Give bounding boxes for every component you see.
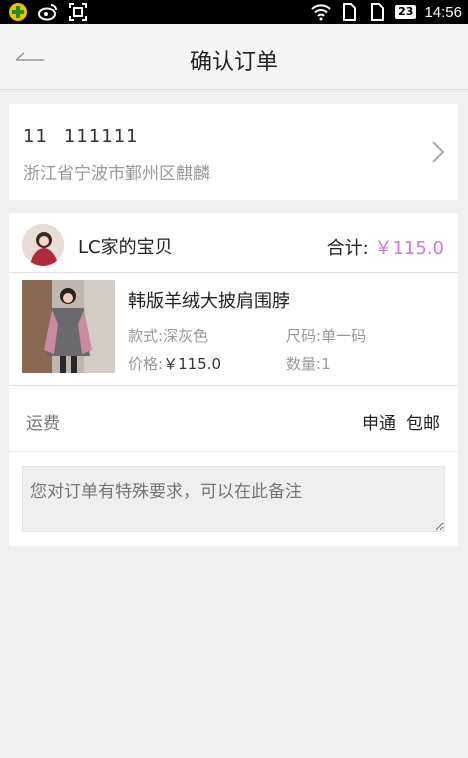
shipping-policy: 包邮 — [406, 414, 440, 434]
chevron-right-icon — [432, 141, 445, 163]
shop-row: LC家的宝贝 合计: ￥115.0 — [9, 213, 458, 273]
style-value: 深灰色 — [163, 327, 209, 345]
product-size: 尺码:单一码 — [286, 325, 366, 346]
sim2-icon — [371, 3, 385, 21]
shipping-carrier: 申通 — [362, 414, 396, 434]
order-remark-input[interactable] — [22, 466, 445, 532]
order-total: 合计: ￥115.0 — [327, 234, 444, 260]
shop-name: LC家的宝贝 — [78, 237, 173, 258]
size-value: 单一码 — [321, 327, 367, 345]
title-bar: 确认订单 — [0, 24, 468, 90]
weibo-icon — [38, 4, 57, 21]
product-quantity: 数量:1 — [286, 353, 331, 374]
product-price: 价格:￥115.0 — [128, 353, 221, 374]
shipping-row: 运费 申通 包邮 — [9, 386, 458, 452]
price-value: ￥115.0 — [163, 355, 222, 373]
recipient-name: 11 — [23, 126, 48, 147]
quantity-label: 数量: — [286, 355, 322, 373]
product-row[interactable]: 韩版羊绒大披肩围脖 款式:深灰色 尺码:单一码 价格:￥115.0 数量:1 — [9, 273, 458, 386]
shop-avatar — [22, 224, 64, 266]
battery-indicator: 23 — [395, 5, 417, 19]
recipient-phone: 111111 — [63, 126, 139, 147]
product-title: 韩版羊绒大披肩围脖 — [128, 291, 290, 312]
sim1-icon — [343, 3, 357, 21]
quantity-value: 1 — [321, 355, 331, 373]
wifi-icon — [311, 4, 331, 21]
size-label: 尺码: — [286, 327, 322, 345]
style-label: 款式: — [128, 327, 164, 345]
total-value: ￥115.0 — [374, 238, 444, 259]
order-card: LC家的宝贝 合计: ￥115.0 韩版羊绒大披肩围脖 款式:深灰色 尺码:单一… — [9, 213, 458, 546]
price-label: 价格: — [128, 355, 164, 373]
shipping-label: 运费 — [26, 414, 60, 434]
scan-icon — [69, 3, 87, 21]
clock: 14:56 — [424, 3, 462, 21]
page-title: 确认订单 — [189, 50, 278, 75]
recipient-address: 浙江省宁波市鄞州区麒麟 — [23, 164, 210, 184]
product-image — [22, 280, 115, 373]
total-label: 合计: — [326, 238, 369, 259]
shipping-value: 申通 包邮 — [362, 409, 440, 434]
product-style: 款式:深灰色 — [128, 325, 208, 346]
status-bar: 23 14:56 — [0, 0, 468, 24]
recipient-line: 11 111111 — [23, 126, 155, 147]
address-card[interactable]: 11 111111 浙江省宁波市鄞州区麒麟 — [9, 104, 458, 200]
app-badge-icon — [9, 3, 27, 21]
